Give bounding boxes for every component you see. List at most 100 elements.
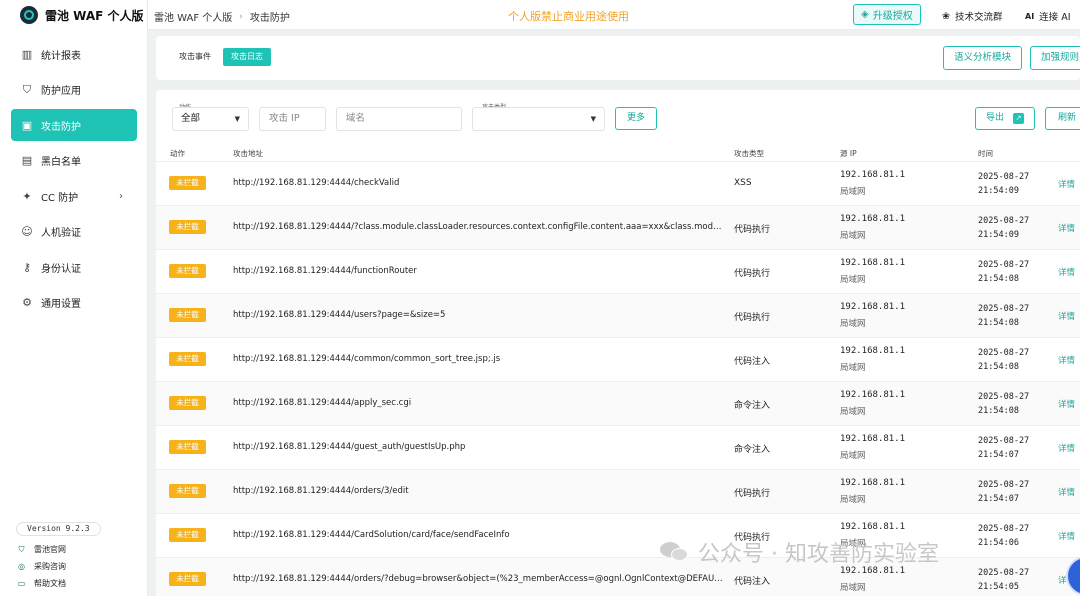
app-title: 雷池 WAF 个人版: [45, 8, 144, 23]
ai-label: 连接 AI: [1039, 12, 1071, 23]
sidebar-item-3[interactable]: ▤ 黑白名单: [11, 145, 137, 177]
table-row[interactable]: 未拦截 http://192.168.81.129:4444/?class.mod…: [156, 206, 1080, 250]
attack-type-select[interactable]: ▼: [472, 107, 605, 131]
sidebar-item-6[interactable]: ⚷ 身份认证: [11, 251, 137, 283]
sidebar: 雷池 WAF 个人版 ▥ 统计报表 ⛉ 防护应用 ▣ 攻击防护 ▤ 黑白名单 ✦ CC 防护 › ☺ 人…: [0, 0, 148, 596]
footer-link-label: 雷池官网: [34, 545, 66, 554]
enhance-rules-button[interactable]: 加强规则: [1030, 46, 1080, 70]
detail-link[interactable]: 详情: [1058, 398, 1075, 410]
community-group-link[interactable]: ❀ 技术交流群: [942, 9, 1002, 24]
attack-url: http://192.168.81.129:4444/apply_sec.cgi: [233, 398, 412, 408]
export-label: 导出: [986, 113, 1005, 123]
more-filters-button[interactable]: 更多: [615, 107, 658, 130]
semantic-analysis-button[interactable]: 语义分析模块: [943, 46, 1023, 70]
attack-url: http://192.168.81.129:4444/?class.module…: [233, 222, 725, 232]
status-badge: 未拦截: [169, 352, 206, 366]
detail-link[interactable]: 详情: [1058, 442, 1075, 454]
event-date: 2025-08-27: [978, 348, 1030, 358]
event-time: 2025-08-27 21:54:07: [978, 478, 1029, 506]
source-location: 局域网: [840, 583, 866, 593]
action-select[interactable]: 全部 ▼: [172, 107, 249, 131]
headset-icon: ◎: [18, 562, 25, 571]
source-ip: 192.168.81.1: [840, 390, 906, 400]
header-type: 攻击类型: [734, 149, 764, 158]
table-row[interactable]: 未拦截 http://192.168.81.129:4444/orders/3/e…: [156, 470, 1080, 514]
footer-link-0[interactable]: ⛉ 雷池官网: [17, 541, 67, 558]
event-time: 2025-08-27 21:54:08: [978, 302, 1029, 330]
sidebar-item-5[interactable]: ☺ 人机验证: [11, 216, 137, 248]
detail-link[interactable]: 详情: [1058, 354, 1075, 366]
tab-0[interactable]: 攻击事件: [171, 48, 219, 66]
status-badge: 未拦截: [169, 308, 206, 322]
brand[interactable]: 雷池 WAF 个人版: [0, 0, 147, 30]
breadcrumb-current: 攻击防护: [249, 13, 290, 24]
paw-icon: ❀: [942, 10, 950, 22]
attack-type: 代码执行: [734, 489, 771, 499]
event-date: 2025-08-27: [978, 436, 1030, 446]
source-location: 局域网: [840, 407, 866, 417]
sidebar-item-label: 防护应用: [41, 86, 81, 97]
upgrade-license-button[interactable]: ◈ 升级授权: [853, 4, 921, 25]
refresh-button[interactable]: 刷新: [1045, 107, 1080, 130]
attack-url: http://192.168.81.129:4444/orders/?debug…: [233, 574, 725, 584]
event-time: 2025-08-27 21:54:05: [978, 566, 1029, 594]
sidebar-item-0[interactable]: ▥ 统计报表: [11, 38, 137, 70]
sidebar-item-4[interactable]: ✦ CC 防护 ›: [11, 180, 137, 212]
table-row[interactable]: 未拦截 http://192.168.81.129:4444/common/com…: [156, 338, 1080, 382]
action-select-value: 全部: [181, 113, 201, 124]
breadcrumb: 雷池 WAF 个人版 › 攻击防护: [154, 9, 290, 25]
tab-1[interactable]: 攻击日志: [223, 48, 271, 66]
sidebar-item-7[interactable]: ⚙ 通用设置: [11, 287, 137, 319]
table-row[interactable]: 未拦截 http://192.168.81.129:4444/CardSoluti…: [156, 514, 1080, 558]
event-date: 2025-08-27: [978, 568, 1030, 578]
status-badge: 未拦截: [169, 220, 206, 234]
safeline-logo-icon: [20, 6, 38, 24]
footer-link-2[interactable]: ▭ 帮助文档: [17, 575, 66, 592]
event-time: 2025-08-27 21:54:08: [978, 346, 1029, 374]
status-badge: 未拦截: [169, 176, 206, 190]
detail-link[interactable]: 详情: [1058, 310, 1075, 322]
status-badge: 未拦截: [169, 264, 206, 278]
shield-icon: ⛉: [18, 544, 25, 554]
source-ip: 192.168.81.1: [840, 258, 906, 268]
breadcrumb-root[interactable]: 雷池 WAF 个人版: [154, 9, 232, 24]
table-row[interactable]: 未拦截 http://192.168.81.129:4444/functionRo…: [156, 250, 1080, 294]
detail-link[interactable]: 详情: [1058, 178, 1075, 190]
detail-link[interactable]: 详情: [1058, 486, 1075, 498]
version-badge: Version 9.2.3: [16, 522, 101, 536]
export-button[interactable]: 导出 ↗: [975, 107, 1035, 130]
human-verify-icon: ☺: [21, 225, 33, 238]
sidebar-item-label: 攻击防护: [41, 121, 81, 133]
footer-link-1[interactable]: ◎ 采购咨询: [17, 558, 66, 575]
event-clock: 21:54:09: [978, 230, 1019, 240]
domain-input[interactable]: 域名: [336, 107, 462, 131]
attack-type: 代码执行: [734, 269, 771, 279]
event-clock: 21:54:08: [978, 362, 1019, 372]
table-row[interactable]: 未拦截 http://192.168.81.129:4444/guest_auth…: [156, 426, 1080, 470]
upgrade-label: 升级授权: [872, 11, 913, 22]
attack-ip-input[interactable]: 攻击 IP: [259, 107, 326, 131]
sidebar-item-1[interactable]: ⛉ 防护应用: [11, 74, 137, 106]
sidebar-item-2[interactable]: ▣ 攻击防护: [11, 109, 137, 141]
table-row[interactable]: 未拦截 http://192.168.81.129:4444/orders/?de…: [156, 558, 1080, 596]
connect-ai-link[interactable]: AI 连接 AI: [1025, 9, 1071, 24]
attack-type: 代码注入: [734, 577, 771, 587]
event-date: 2025-08-27: [978, 172, 1030, 182]
sidebar-item-label: 通用设置: [41, 299, 81, 310]
detail-link[interactable]: 详情: [1058, 266, 1075, 278]
attack-monitor-icon: ▣: [21, 118, 33, 132]
event-clock: 21:54:07: [978, 450, 1019, 460]
detail-link[interactable]: 详情: [1058, 530, 1075, 542]
event-clock: 21:54:08: [978, 274, 1019, 284]
table-row[interactable]: 未拦截 http://192.168.81.129:4444/users?page…: [156, 294, 1080, 338]
source-ip: 192.168.81.1: [840, 214, 906, 224]
attack-url: http://192.168.81.129:4444/functionRoute…: [233, 266, 417, 276]
source-location: 局域网: [840, 495, 866, 505]
table-row[interactable]: 未拦截 http://192.168.81.129:4444/checkValid…: [156, 162, 1080, 206]
top-header: 雷池 WAF 个人版 › 攻击防护 个人版禁止商业用途使用 ◈ 升级授权 ❀ 技…: [148, 0, 1080, 30]
table-row[interactable]: 未拦截 http://192.168.81.129:4444/apply_sec.…: [156, 382, 1080, 426]
chevron-right-icon: ›: [239, 11, 243, 22]
sidebar-item-label: 身份认证: [41, 263, 81, 275]
event-clock: 21:54:05: [978, 582, 1019, 592]
detail-link[interactable]: 详情: [1058, 222, 1075, 234]
